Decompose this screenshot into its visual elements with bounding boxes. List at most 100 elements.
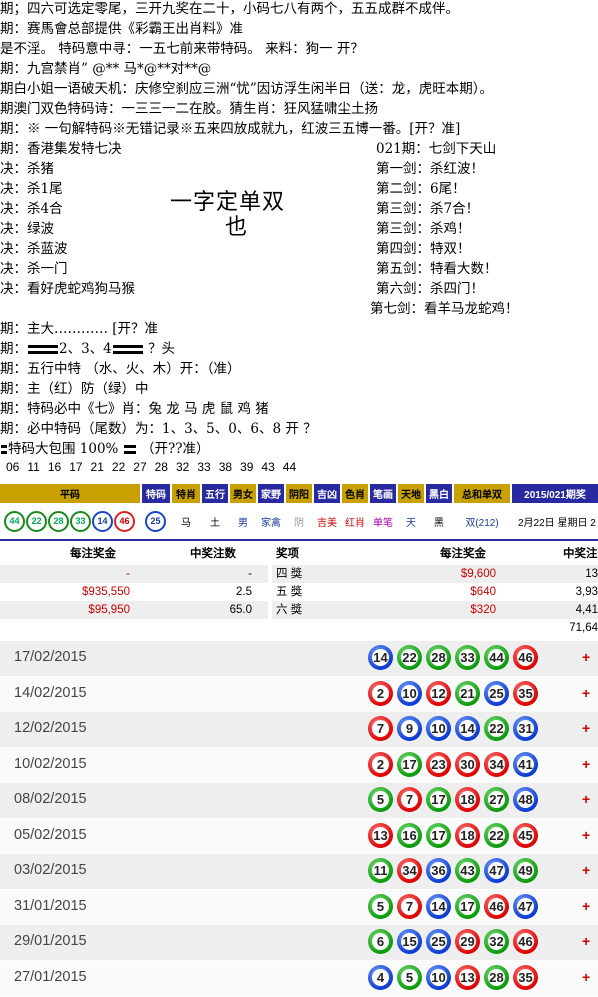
prize-tier: 四 獎 [276,568,303,580]
history-balls: 13 16 17 18 22 45 [368,822,542,848]
history-balls: 7 9 10 14 22 31 [368,716,542,741]
lottery-ball: 35 [513,680,538,706]
draw-date: 12/02/2015 [14,720,87,736]
prize-amount: $935,550 [82,586,130,598]
col-head: 男女 [230,484,256,503]
ball-number: 7 [401,897,418,915]
bar-icon [28,345,58,354]
ball-number: 5 [372,791,389,808]
ball: 33 [70,510,91,532]
prize-count: 13 [585,568,598,580]
plus-icon: + [582,720,591,736]
ball-number: 33 [459,649,476,666]
cell: 双(212) [465,517,499,529]
ball-number: 10 [430,968,447,986]
center-headline: 一字定单双 [170,190,286,215]
ball-number: 25 [488,684,505,702]
col-head: 阴阳 [286,484,312,503]
lottery-ball: 11 [368,858,393,883]
ball-number: 12 [430,684,447,702]
ball: 44 [4,510,25,532]
lottery-ball: 47 [513,893,538,919]
lottery-ball: 10 [426,964,451,990]
ball-number: 10 [401,684,418,702]
text-line-1: 期；四六可选定零尾，三开九奖在二十，小码七八有两个，五五成群不成伴。 [0,1,459,17]
ball-number: 27 [488,791,505,808]
lottery-ball: 44 [484,645,509,670]
ball-number: 29 [459,933,476,950]
draw-date: 08/02/2015 [14,791,87,807]
lottery-ball: 7 [397,787,422,812]
ball: 14 [92,510,113,532]
history-balls: 5 7 17 18 27 48 [368,787,542,812]
lottery-ball: 23 [426,751,451,777]
cell: 2月22日 星期日 2 [518,517,596,529]
header: 每注奖金 [440,548,486,560]
text-line-4: 期：九宫禁肖” @** 马*@**对**@ [0,61,212,77]
prize-total: 71,64 [569,622,598,634]
history-balls: 14 22 28 33 44 46 [368,645,542,670]
lottery-ball: 28 [484,964,509,990]
prize-amount: - [126,568,130,580]
number: 11 [27,460,40,474]
left-item: 决：杀1尾 [0,181,63,197]
lottery-ball: 15 [397,929,422,954]
right-item: 第二剑：6尾！ [376,181,466,197]
ball-number: 49 [517,862,534,879]
ball-number: 2 [372,684,389,702]
right-last: 第七剑：看羊马龙蛇鸡！ [370,301,519,317]
center-headline-2: 也 [225,215,249,240]
lottery-ball: 28 [426,645,451,670]
lottery-ball: 9 [397,716,422,741]
history-row: 03/02/2015 11 34 36 43 47 49 + [0,854,598,890]
ball-number: 18 [459,826,476,844]
col-head: 平码 [0,484,140,503]
lottery-ball: 13 [455,964,480,990]
cell: 阴 [294,517,304,529]
number: 44 [282,460,297,474]
col-head: 笔画 [370,484,396,503]
right-item: 第三剑：杀鸡！ [376,221,471,237]
plus-icon: + [582,897,591,914]
cell: 天 [406,517,416,529]
line-label: 特码大包围 100% [8,441,119,457]
plus-icon: + [582,862,591,878]
lottery-ball: 47 [484,858,509,883]
ball-number: 4 [372,968,389,986]
lottery-ball: 25 [484,680,509,706]
cell: 吉美 [317,517,337,529]
draw-date: 29/01/2015 [14,933,87,949]
lottery-ball: 46 [484,893,509,919]
prize-count: 65.0 [229,604,252,616]
left-item: 决：杀一门 [0,261,68,277]
prize-amount: $320 [470,604,496,616]
text-line-6: 期澳门双色特码诗：一三三一二在胶。猜生肖：狂风猛啸尘土扬 [0,101,378,117]
lottery-ball: 10 [426,716,451,741]
prize-count: 2.5 [236,586,252,598]
lottery-ball: 46 [513,929,538,954]
lottery-ball: 22 [484,822,509,848]
col-head: 2015/021期奖 [512,484,598,503]
lottery-ball: 17 [397,751,422,777]
plus-icon: + [582,933,591,949]
number: 17 [69,460,83,474]
draw-date: 05/02/2015 [14,826,87,843]
text-line-14: 特码大包围 100% （开??准） [0,440,209,459]
text-line-13: 期：必中特码（尾数）为：1、3、5、0、6、8 开 ？ [0,421,317,437]
cell: 男 [238,517,248,529]
lottery-ball: 36 [426,858,451,883]
bar-icon [123,445,136,454]
lottery-ball: 43 [455,858,480,883]
left-item: 决：看好虎蛇鸡狗马猴 [0,281,135,297]
text-line-11: 期：主（红）防（绿）中 [0,381,149,397]
ball: 28 [48,510,69,532]
lottery-ball: 48 [513,787,538,812]
number: 27 [133,460,147,474]
lottery-ball: 2 [368,680,393,706]
col-head: 特码 [142,484,170,503]
ball-number: 22 [401,649,418,666]
lottery-ball: 34 [397,858,422,883]
history-row: 14/02/2015 2 10 12 21 25 35 + [0,676,598,712]
prize-amount: $640 [470,586,496,598]
lottery-ball: 25 [426,929,451,954]
